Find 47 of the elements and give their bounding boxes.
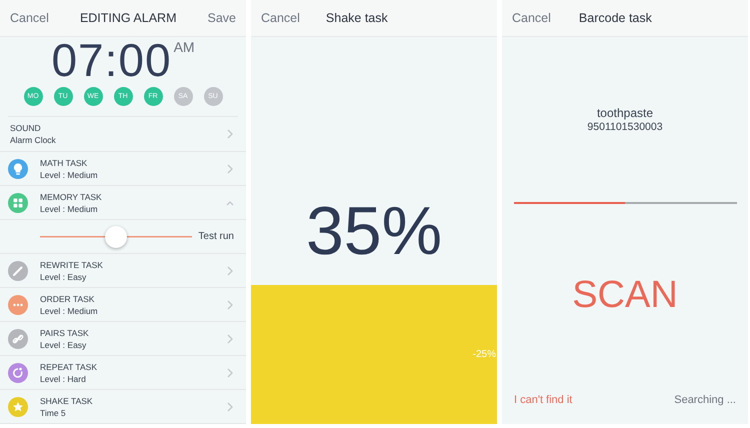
chevron-icon[interactable] bbox=[226, 332, 234, 344]
task-name: MEMORY TASK bbox=[40, 192, 103, 202]
chevron-icon[interactable] bbox=[226, 366, 234, 378]
task-level: Level : Hard bbox=[40, 374, 87, 384]
delta-reading: -25% bbox=[472, 348, 497, 360]
screen-title: Barcode task bbox=[578, 11, 652, 25]
repeat-icon bbox=[8, 362, 28, 382]
pencil-icon bbox=[8, 260, 28, 280]
barcode-number: 9501101530003 bbox=[587, 121, 663, 133]
shake-percentage: 35% bbox=[306, 196, 442, 265]
dots-icon bbox=[8, 294, 28, 314]
save-button[interactable]: Save bbox=[208, 11, 236, 25]
meridiem-label: AM bbox=[174, 39, 195, 55]
cant-find-link[interactable]: I can't find it bbox=[514, 394, 572, 406]
task-level: Level : Easy bbox=[40, 272, 88, 282]
cancel-button[interactable]: Cancel bbox=[10, 11, 49, 25]
task-name: REWRITE TASK bbox=[40, 260, 104, 270]
link-icon bbox=[8, 328, 28, 348]
status-text: Searching ... bbox=[674, 394, 736, 406]
chevron-icon[interactable] bbox=[226, 264, 234, 276]
chevron-icon[interactable] bbox=[226, 128, 234, 140]
task-name: MATH TASK bbox=[40, 158, 88, 168]
task-name: PAIRS TASK bbox=[40, 328, 90, 338]
item-name: toothpaste bbox=[596, 106, 654, 120]
cancel-button[interactable]: Cancel bbox=[512, 11, 551, 25]
alarm-time[interactable]: 07:00 bbox=[51, 37, 172, 83]
test-run-button[interactable]: Test run bbox=[198, 231, 234, 242]
task-level: Level : Medium bbox=[40, 306, 99, 316]
scan-label: SCAN bbox=[572, 274, 678, 317]
grid-icon bbox=[8, 192, 28, 212]
slider-thumb[interactable] bbox=[105, 226, 128, 248]
sound-value: Alarm Clock bbox=[10, 135, 56, 145]
task-level: Level : Medium bbox=[40, 170, 99, 180]
sound-label: SOUND bbox=[10, 123, 42, 133]
task-name: ORDER TASK bbox=[40, 294, 96, 304]
task-level: Level : Easy bbox=[40, 340, 88, 350]
lightbulb-icon bbox=[8, 158, 28, 178]
cancel-button[interactable]: Cancel bbox=[261, 11, 300, 25]
task-level: Level : Medium bbox=[40, 204, 99, 214]
chevron-icon[interactable] bbox=[226, 400, 234, 412]
screen-title: EDITING ALARM bbox=[80, 11, 176, 25]
task-name: REPEAT TASK bbox=[40, 362, 98, 372]
task-level: Time 5 bbox=[40, 408, 67, 418]
task-name: SHAKE TASK bbox=[40, 396, 94, 406]
chevron-icon[interactable] bbox=[226, 162, 234, 174]
chevron-icon[interactable] bbox=[226, 298, 234, 310]
screen-title: Shake task bbox=[326, 11, 388, 25]
